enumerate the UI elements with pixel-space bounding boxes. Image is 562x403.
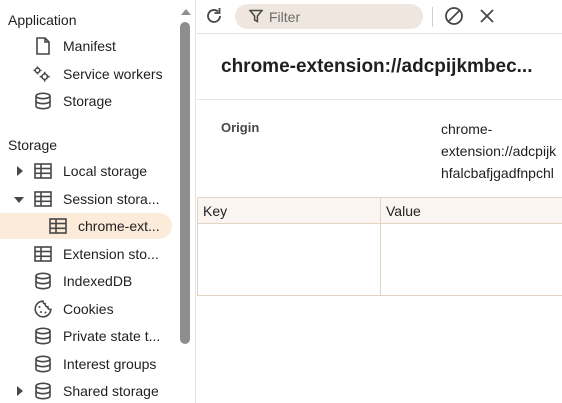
sidebar-item-session-storage[interactable]: Session stora...	[0, 186, 174, 212]
table-icon	[34, 162, 52, 180]
clear-icon[interactable]	[443, 5, 465, 27]
table-icon	[49, 217, 67, 235]
refresh-icon[interactable]	[203, 5, 225, 27]
chevron-down-icon[interactable]	[14, 195, 24, 205]
sidebar-item-private-state-tokens[interactable]: Private state t...	[0, 323, 174, 349]
filter-input[interactable]	[269, 7, 414, 26]
column-header-value[interactable]: Value	[386, 203, 421, 219]
sidebar-item-service-workers[interactable]: Service workers	[0, 61, 174, 87]
sidebar-item-extension-storage[interactable]: Extension sto...	[0, 241, 174, 267]
sidebar-item-local-storage[interactable]: Local storage	[0, 158, 174, 184]
table-icon	[34, 245, 52, 263]
sidebar-item-label: Session stora...	[63, 191, 160, 207]
sidebar-item-label: Private state t...	[63, 328, 161, 344]
sidebar-item-label: IndexedDB	[63, 273, 133, 289]
filter-icon	[247, 7, 265, 25]
table-icon	[34, 190, 52, 208]
chevron-right-icon[interactable]	[15, 166, 25, 176]
main-panel: chrome-extension://adcpijkmbec... Origin…	[197, 0, 562, 403]
filter-box[interactable]	[235, 4, 423, 29]
origin-label: Origin	[221, 120, 260, 135]
storage-origin-header: chrome-extension://adcpijkmbec...	[197, 34, 562, 100]
sidebar-item-shared-storage[interactable]: Shared storage	[0, 378, 174, 403]
database-icon	[34, 355, 52, 373]
page-title: chrome-extension://adcpijkmbec...	[221, 56, 533, 77]
database-icon	[34, 327, 52, 345]
toolbar-divider	[432, 7, 433, 27]
sidebar: Application Manifest Service workers Sto…	[0, 0, 196, 403]
sidebar-item-label: Extension sto...	[63, 246, 159, 262]
scroll-up-arrow-icon[interactable]	[180, 4, 192, 15]
sidebar-scrollbar-thumb[interactable]	[180, 22, 190, 344]
origin-value: chrome- extension://adcpijk hfalcbafjgad…	[441, 118, 562, 184]
sidebar-item-indexeddb[interactable]: IndexedDB	[0, 268, 174, 294]
sidebar-item-storage[interactable]: Storage	[0, 88, 174, 114]
column-header-key[interactable]: Key	[203, 203, 227, 219]
sidebar-item-label: Storage	[63, 93, 113, 109]
key-value-grid[interactable]: Key Value	[197, 197, 562, 296]
sidebar-item-label: Manifest	[63, 38, 116, 54]
cookie-icon	[34, 300, 52, 318]
sidebar-item-manifest[interactable]: Manifest	[0, 33, 174, 59]
sidebar-item-label: chrome-ext...	[78, 218, 160, 234]
database-icon	[34, 92, 52, 110]
sidebar-item-label: Local storage	[63, 163, 148, 179]
sidebar-item-label: Interest groups	[63, 356, 157, 372]
close-icon[interactable]	[476, 5, 498, 27]
sidebar-item-label: Service workers	[63, 66, 163, 82]
sidebar-item-interest-groups[interactable]: Interest groups	[0, 351, 174, 377]
sidebar-item-label: Shared storage	[63, 383, 159, 399]
database-icon	[34, 382, 52, 400]
application-section-header: Application	[8, 12, 77, 28]
origin-value-line: hfalcbafjgadfnpchl	[441, 165, 554, 181]
database-icon	[34, 272, 52, 290]
document-icon	[34, 37, 52, 55]
sidebar-item-chrome-extension[interactable]: chrome-ext...	[0, 213, 172, 239]
gears-icon	[33, 65, 51, 83]
origin-value-line: chrome-	[441, 121, 493, 137]
origin-value-line: extension://adcpijk	[441, 143, 557, 159]
chevron-right-icon[interactable]	[15, 386, 25, 396]
sidebar-item-cookies[interactable]: Cookies	[0, 296, 174, 322]
storage-section-header: Storage	[8, 137, 58, 153]
toolbar	[197, 0, 562, 34]
sidebar-item-label: Cookies	[63, 301, 114, 317]
column-divider[interactable]	[380, 198, 381, 296]
